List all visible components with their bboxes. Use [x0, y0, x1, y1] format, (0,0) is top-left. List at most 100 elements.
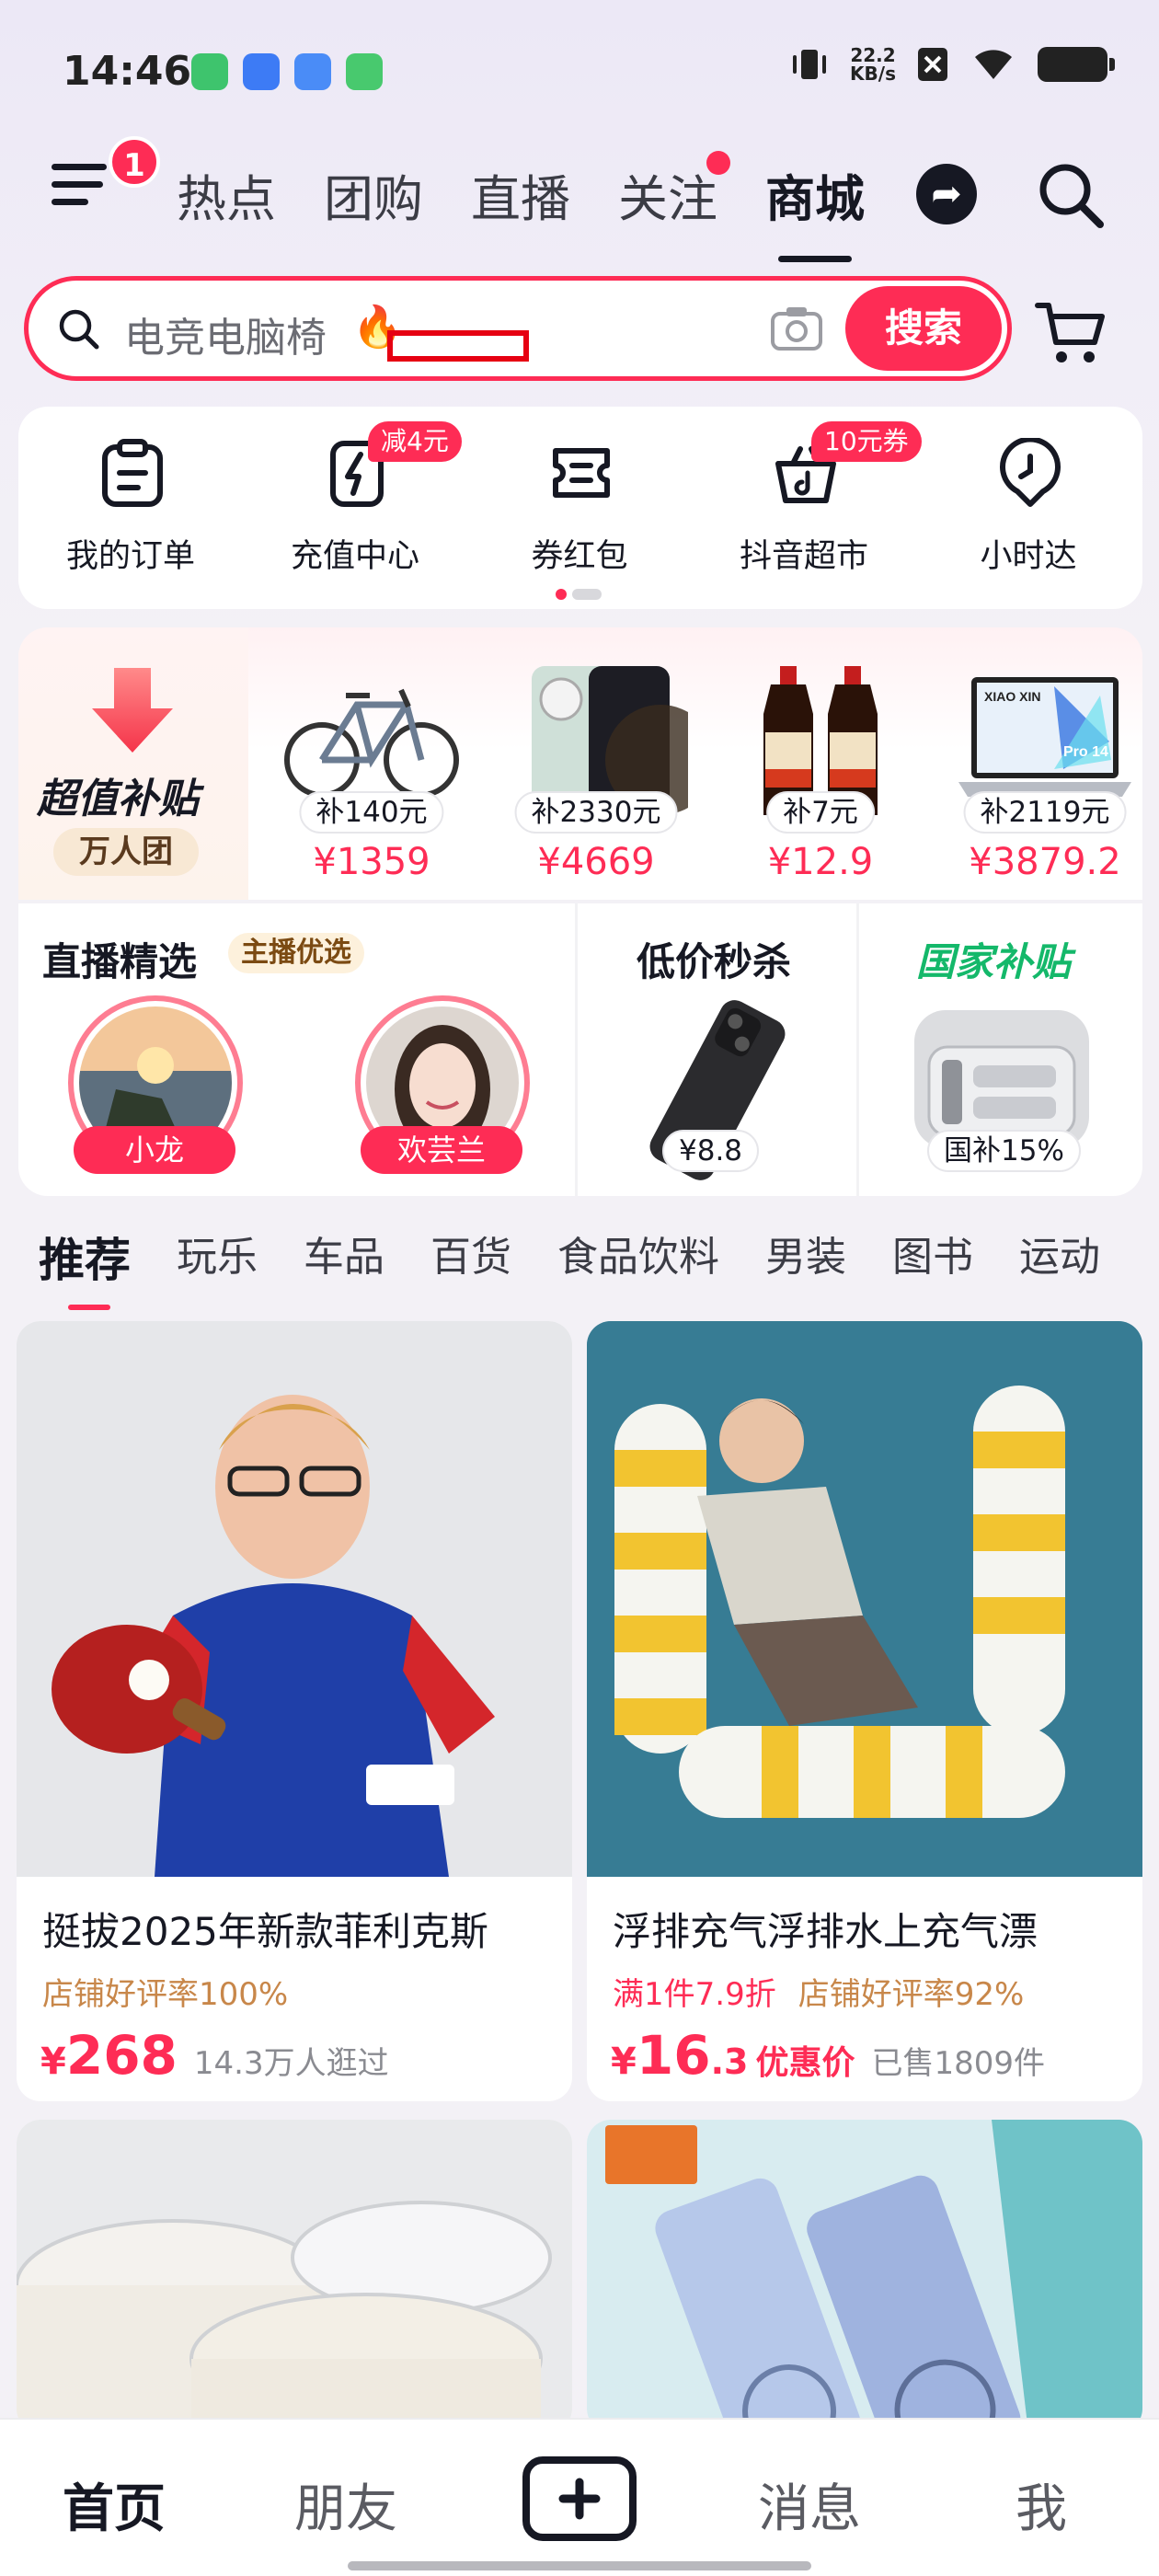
category-tab-menswear[interactable]: 男装	[765, 1224, 846, 1290]
app-icon-blue-2	[294, 53, 331, 90]
app-icon-blue	[243, 53, 280, 90]
live-picks-title: 直播精选	[42, 939, 198, 984]
category-tab-fun[interactable]: 玩乐	[177, 1224, 258, 1290]
host-picks-tag: 主播优选	[228, 933, 364, 973]
tab-mall[interactable]: 商城	[765, 158, 865, 262]
vibrate-icon	[793, 50, 827, 79]
quick-entry-supermarket[interactable]: 10元券 抖音超市	[692, 407, 922, 575]
quick-entry-label: 我的订单	[65, 538, 195, 575]
net-speed: 22.2 KB/s	[850, 46, 896, 83]
search-button[interactable]: 搜索	[845, 286, 1002, 371]
product-image	[587, 1321, 1142, 1877]
subsidy-amount: 补2330元	[514, 791, 678, 834]
product-meta: 店铺好评率100%	[42, 1969, 288, 2014]
search-bar[interactable]: 电竞电脑椅 🔥 搜索	[24, 276, 1012, 381]
category-tab-books[interactable]: 图书	[892, 1224, 973, 1290]
flash-sale-title: 低价秒杀	[637, 939, 792, 984]
gov-subsidy-tag: 国补15%	[927, 1130, 1081, 1172]
quick-entry-orders[interactable]: 我的订单	[18, 407, 243, 575]
subsidy-item-laptop[interactable]: XIAO XIN Pro 14 补2119元 ¥3879.2	[933, 627, 1142, 900]
gov-subsidy-section[interactable]: 国家补贴 国补15%	[859, 903, 1142, 1196]
product-price-decimal: .3	[710, 2041, 749, 2082]
subsidy-card[interactable]: 超值补贴 万人团 补140元 ¥1359 补2330元 ¥4669 补7元 ¥1…	[18, 627, 1142, 900]
quick-entry-label: 抖音超市	[739, 538, 868, 575]
subsidy-header[interactable]: 超值补贴 万人团	[18, 627, 248, 900]
nav-home[interactable]: 首页	[63, 2467, 166, 2542]
tab-live[interactable]: 直播	[471, 158, 570, 231]
bottom-nav: 首页 朋友 消息 我	[0, 2418, 1159, 2576]
product-meta: 满1件7.9折 店铺好评率92%	[613, 1969, 1024, 2014]
tab-group-buy[interactable]: 团购	[324, 158, 423, 231]
product-sold: 已售1809件	[871, 2045, 1045, 2082]
subsidy-price: ¥3879.2	[969, 841, 1121, 883]
product-card[interactable]: 挺拔2025年新款菲利克斯 店铺好评率100% ¥268 14.3万人逛过	[17, 1321, 572, 2101]
gov-subsidy-title: 国家补贴	[916, 939, 1072, 984]
net-speed-unit: KB/s	[850, 63, 896, 85]
quick-entry-hourly[interactable]: 小时达	[916, 407, 1141, 575]
status-time: 14:46	[63, 48, 192, 95]
menu-button[interactable]	[52, 164, 116, 223]
coupon-icon	[553, 448, 610, 498]
product-title: 浮排充气浮排水上充气漂	[613, 1909, 1039, 1954]
subsidy-amount: 补2119元	[963, 791, 1127, 834]
app-notification-icons	[191, 53, 383, 90]
recharge-promo-tag: 减4元	[368, 421, 462, 462]
create-button[interactable]	[522, 2456, 637, 2541]
category-tab-general[interactable]: 百货	[430, 1224, 511, 1290]
quick-entries-card: 我的订单 减4元 充值中心 券红包 10元券 抖音超市 小时达	[18, 407, 1142, 609]
product-price-row: ¥16.3 优惠价 已售1809件	[611, 2024, 1045, 2087]
plus-icon	[558, 2478, 601, 2520]
flash-sale-price: ¥8.8	[662, 1130, 760, 1172]
subsidy-price: ¥1359	[313, 841, 430, 883]
category-tab-sports[interactable]: 运动	[1019, 1224, 1100, 1290]
status-icons: 22.2 KB/s	[789, 46, 1115, 83]
category-tab-car[interactable]: 车品	[304, 1224, 384, 1290]
supermarket-promo-tag: 10元券	[811, 421, 922, 462]
product-card[interactable]	[587, 2120, 1142, 2432]
switch-icon[interactable]: ➦	[916, 164, 977, 224]
wifi-icon	[975, 50, 1012, 79]
nav-me[interactable]: 我	[1016, 2467, 1067, 2542]
cart-icon[interactable]	[1034, 298, 1107, 366]
tab-hot[interactable]: 热点	[177, 158, 276, 231]
nav-messages[interactable]: 消息	[758, 2467, 861, 2542]
subsidy-amount: 补140元	[299, 791, 444, 834]
camera-icon[interactable]	[770, 305, 823, 352]
category-tab-food[interactable]: 食品饮料	[557, 1224, 719, 1290]
subsidy-price: ¥12.9	[767, 841, 874, 883]
product-rating: 店铺好评率100%	[42, 1976, 289, 2013]
svg-text:XIAO XIN: XIAO XIN	[984, 689, 1040, 704]
search-input[interactable]: 电竞电脑椅	[124, 305, 327, 363]
flash-sale-section[interactable]: 低价秒杀 ¥8.8	[578, 903, 859, 1196]
product-currency: ¥	[611, 2041, 637, 2083]
app-icon-green-2	[346, 53, 383, 90]
live-picks-section[interactable]: 直播精选 主播优选 小龙 欢芸兰	[18, 903, 578, 1196]
tab-follow[interactable]: 关注	[618, 151, 730, 231]
subsidy-price: ¥4669	[537, 841, 655, 883]
quick-entry-coupons[interactable]: 券红包	[467, 407, 692, 575]
subsidy-item-bicycle[interactable]: 补140元 ¥1359	[259, 627, 484, 900]
search-icon[interactable]	[1034, 158, 1107, 232]
quick-entry-recharge[interactable]: 减4元 充值中心	[243, 407, 467, 575]
product-card[interactable]: 浮排充气浮排水上充气漂 满1件7.9折 店铺好评率92% ¥16.3 优惠价 已售18…	[587, 1321, 1142, 2101]
top-tabs: 热点 团购 直播 关注 商城	[177, 151, 865, 262]
down-arrow-icon	[92, 668, 173, 753]
subsidy-item-sauce[interactable]: 补7元 ¥12.9	[708, 627, 933, 900]
clipboard-icon	[102, 439, 163, 507]
follow-red-dot	[706, 151, 730, 175]
product-image	[17, 2120, 572, 2432]
category-tabs: 推荐 玩乐 车品 百货 食品饮料 男装 图书 运动	[39, 1224, 1100, 1310]
home-indicator	[348, 2561, 811, 2570]
product-price-row: ¥268 14.3万人逛过	[40, 2024, 389, 2087]
product-currency: ¥	[40, 2041, 66, 2083]
product-card[interactable]	[17, 2120, 572, 2432]
quick-entry-label: 券红包	[531, 538, 628, 575]
group-badge: 万人团	[53, 828, 199, 876]
subsidy-item-phone[interactable]: 补2330元 ¥4669	[484, 627, 708, 900]
nav-friends[interactable]: 朋友	[294, 2467, 397, 2542]
host-name: 小龙	[74, 1126, 235, 1174]
product-price: 268	[65, 2024, 178, 2087]
product-image	[587, 2120, 1142, 2432]
category-tab-recommend[interactable]: 推荐	[39, 1224, 131, 1310]
quick-entry-label: 小时达	[980, 538, 1077, 575]
